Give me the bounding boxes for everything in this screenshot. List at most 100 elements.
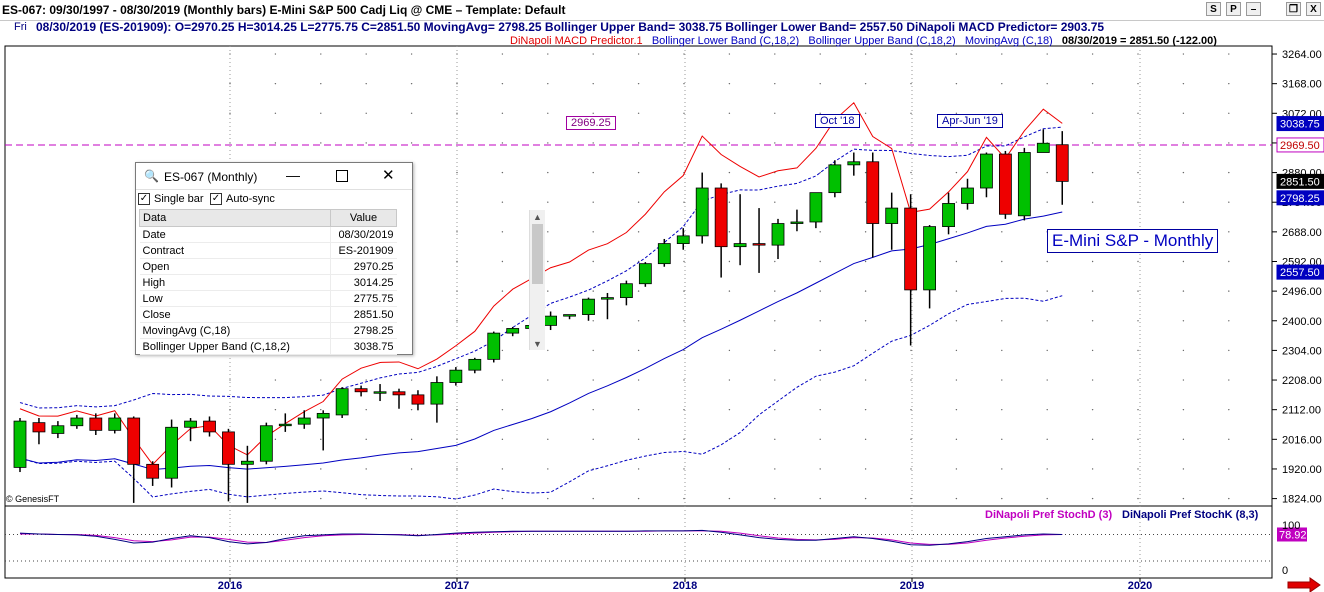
grid-dot xyxy=(547,290,549,292)
candle-up xyxy=(373,391,387,394)
grid-dot xyxy=(410,142,413,144)
grid-dot xyxy=(955,290,958,292)
candle-down xyxy=(127,417,141,465)
grid-dot xyxy=(1001,260,1003,263)
candle-up xyxy=(108,417,122,431)
candle-up xyxy=(51,425,65,434)
grid-dot xyxy=(547,349,549,352)
stochastic-panel: 78.921000 xyxy=(5,520,1307,577)
grid-dot xyxy=(1137,53,1139,55)
table-row: High 3014.25 xyxy=(139,274,397,291)
stoch-axis-100: 100 xyxy=(1282,520,1300,532)
y-tick-label: 2112.00 xyxy=(1282,405,1321,417)
scroll-thumb[interactable] xyxy=(532,224,543,284)
grid-dot xyxy=(1091,438,1094,441)
grid-dot xyxy=(547,468,549,470)
scroll-up-icon[interactable]: ▲ xyxy=(533,212,542,222)
grid-dot xyxy=(955,82,958,85)
minimize-button[interactable]: – xyxy=(1246,2,1261,16)
scroll-right-icon[interactable] xyxy=(1287,577,1321,592)
grid-dot xyxy=(410,408,413,411)
grid-dot xyxy=(864,171,867,174)
grid-dot xyxy=(1091,379,1094,381)
row-label: Low xyxy=(139,290,331,307)
candle-down xyxy=(89,417,103,431)
grid-dot xyxy=(637,438,640,441)
grid-dot xyxy=(1046,82,1048,85)
grid-dot xyxy=(910,171,912,174)
grid-dot xyxy=(864,379,867,381)
data-window-title: ES-067 (Monthly) xyxy=(164,170,258,184)
grid-dot xyxy=(1046,260,1048,263)
data-window-close-button[interactable]: ✕ xyxy=(382,166,395,184)
row-label: Bollinger Upper Band (C,18,2) xyxy=(139,338,331,355)
grid-dot xyxy=(774,82,776,85)
candle-up xyxy=(449,369,463,383)
grid-dot xyxy=(819,408,821,411)
x-tick-label: 2019 xyxy=(900,580,924,592)
data-window-scrollbar[interactable]: ▲ ▼ xyxy=(529,210,545,350)
grid-dot xyxy=(774,438,776,441)
single-bar-checkbox[interactable]: ✓ xyxy=(138,193,150,205)
grid-dot xyxy=(274,497,277,500)
grid-dot xyxy=(1001,349,1003,352)
grid-dot xyxy=(864,408,867,411)
grid-dot xyxy=(955,53,958,55)
auto-sync-checkbox[interactable]: ✓ xyxy=(210,193,222,205)
scroll-down-icon[interactable]: ▼ xyxy=(533,339,542,349)
grid-dot xyxy=(637,379,640,381)
grid-dot xyxy=(1001,497,1003,500)
col-value-header[interactable]: Value xyxy=(330,209,397,227)
price-tag-text-upper: 3038.75 xyxy=(1280,119,1320,131)
legend-last: 08/30/2019 = 2851.50 (-122.00) xyxy=(1061,35,1217,47)
candle-up xyxy=(297,417,311,425)
grid-dot xyxy=(592,497,594,500)
grid-dot xyxy=(1001,231,1003,233)
row-value: 2851.50 xyxy=(330,306,397,323)
grid-dot xyxy=(864,112,867,115)
grid-dot xyxy=(864,260,867,263)
data-window-minimize-button[interactable]: — xyxy=(286,167,300,183)
grid-dot xyxy=(1046,290,1048,292)
candle-up xyxy=(430,382,444,405)
grid-dot xyxy=(229,112,231,115)
maximize-button[interactable]: ❐ xyxy=(1286,2,1301,16)
candle-down xyxy=(222,431,235,465)
col-data-header[interactable]: Data xyxy=(139,209,331,227)
grid-dot xyxy=(501,290,504,292)
grid-dot xyxy=(365,379,367,381)
grid-dot xyxy=(955,231,958,233)
grid-dot xyxy=(728,497,731,500)
grid-dot xyxy=(1228,320,1230,322)
data-window-maximize-button[interactable] xyxy=(336,170,348,182)
chart-label: E-Mini S&P - Monthly xyxy=(1047,229,1219,253)
grid-dot xyxy=(320,408,322,411)
data-window[interactable]: 🔍 ES-067 (Monthly) — ✕ ✓ Single bar ✓ Au… xyxy=(135,162,545,355)
grid-dot xyxy=(320,468,322,470)
grid-dot xyxy=(1137,290,1139,292)
grid-dot xyxy=(1001,408,1003,411)
grid-dot xyxy=(365,438,367,441)
grid-dot xyxy=(229,379,231,381)
grid-dot xyxy=(1182,290,1185,292)
grid-dot xyxy=(1137,349,1139,352)
p-button[interactable]: P xyxy=(1226,2,1241,16)
grid-dot xyxy=(910,349,912,352)
grid-dot xyxy=(274,408,277,411)
grid-dot xyxy=(1046,53,1048,55)
grid-dot xyxy=(637,468,640,470)
y-tick-label: 2496.00 xyxy=(1282,286,1322,298)
grid-dot xyxy=(1182,82,1185,85)
grid-dot xyxy=(320,438,322,441)
grid-dot xyxy=(819,497,821,500)
grid-dot xyxy=(728,468,731,470)
grid-dot xyxy=(819,320,821,322)
candle-down xyxy=(146,463,160,479)
grid-dot xyxy=(774,201,776,203)
grid-dot xyxy=(547,142,549,144)
s-button[interactable]: S xyxy=(1206,2,1221,16)
close-button[interactable]: X xyxy=(1306,2,1321,16)
grid-dot xyxy=(1182,497,1185,500)
grid-dot xyxy=(410,53,413,55)
row-value: 2970.25 xyxy=(330,258,397,275)
